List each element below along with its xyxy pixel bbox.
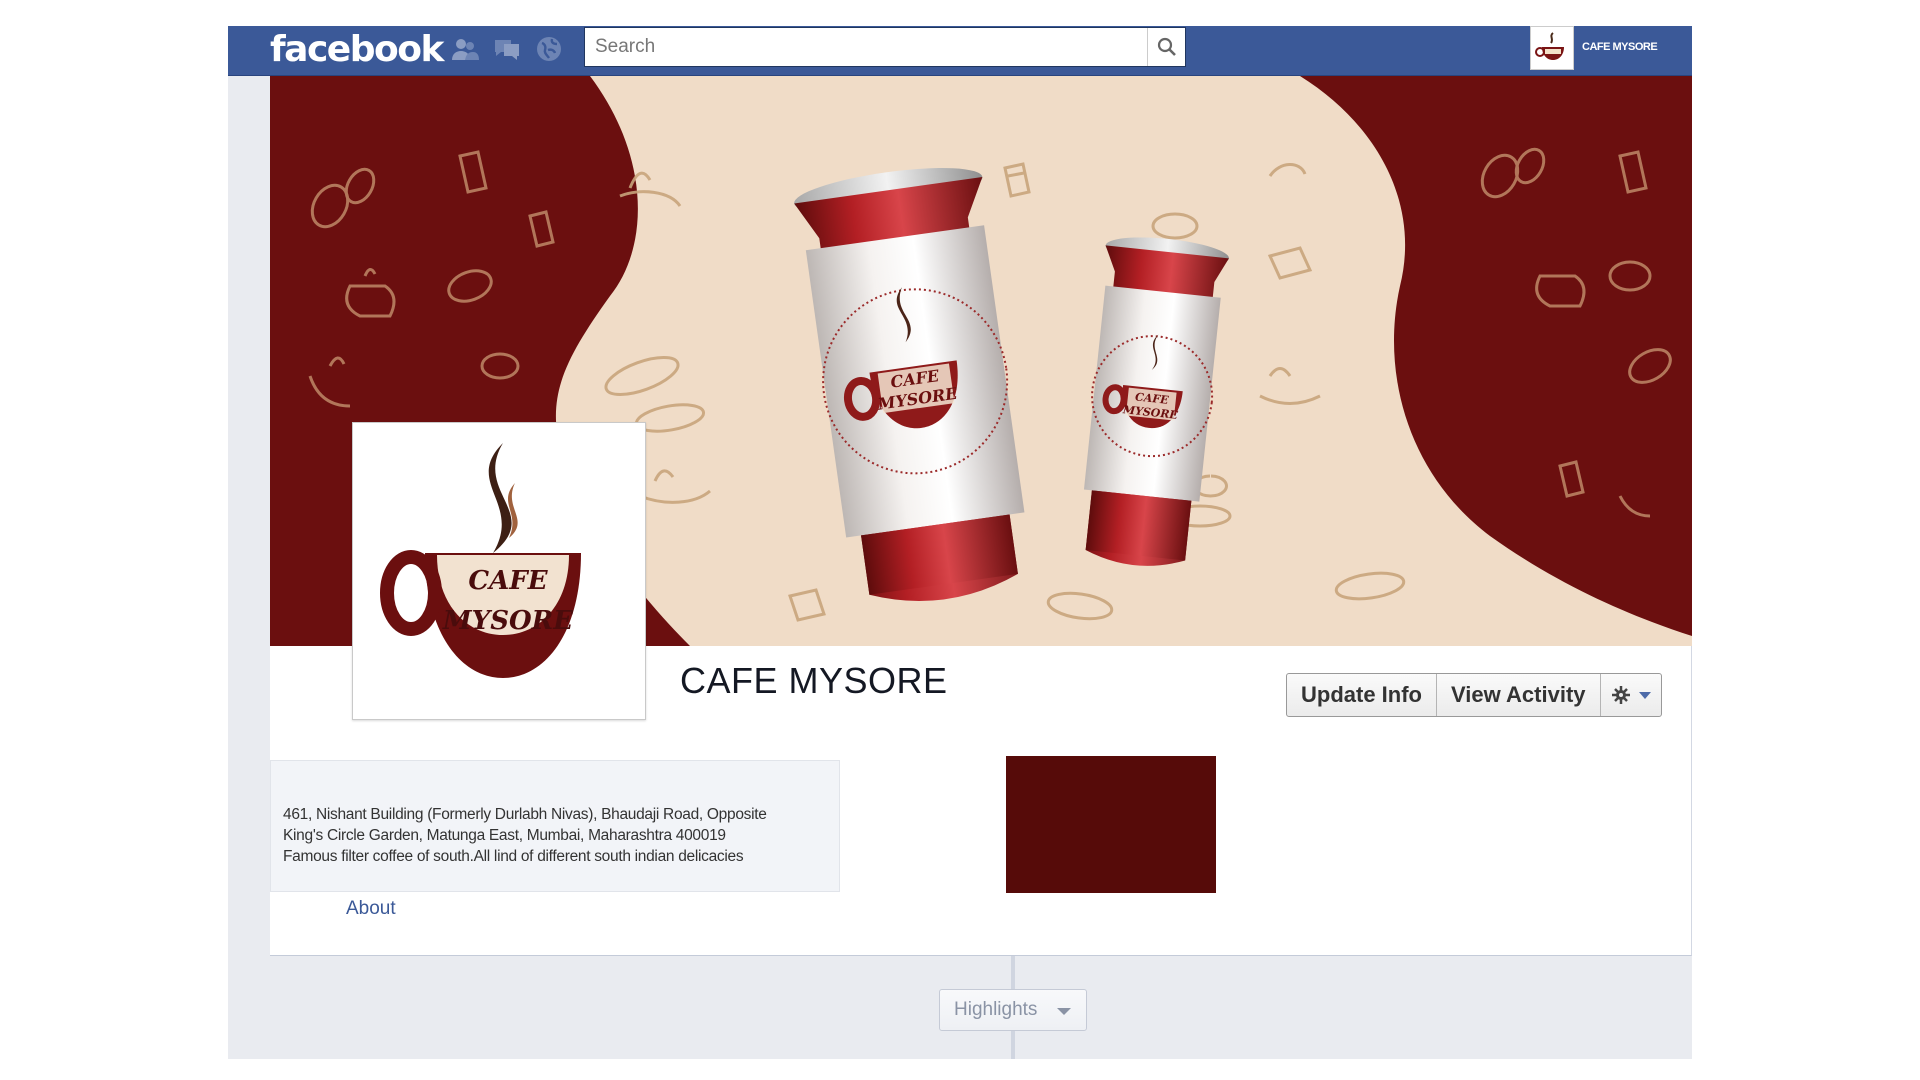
notifications-icon[interactable] bbox=[534, 34, 564, 64]
about-line: Famous filter coffee of south.All lind o… bbox=[283, 848, 744, 865]
about-description: 461, Nishant Building (Formerly Durlabh … bbox=[283, 804, 839, 867]
search-button[interactable] bbox=[1147, 28, 1185, 66]
view-activity-button[interactable]: View Activity bbox=[1437, 674, 1601, 716]
about-line: King's Circle Garden, Matunga East, Mumb… bbox=[283, 827, 726, 844]
about-section: 461, Nishant Building (Formerly Durlabh … bbox=[270, 760, 840, 892]
browser-frame: facebook Search CAFE MYSORE CAFE MYSORE … bbox=[228, 26, 1692, 1059]
logo-text-line1: CAFE bbox=[468, 566, 548, 596]
facebook-logo[interactable]: facebook bbox=[270, 28, 444, 72]
friend-requests-icon[interactable] bbox=[450, 34, 480, 64]
map-tile[interactable] bbox=[1006, 756, 1216, 893]
search-input[interactable] bbox=[585, 28, 1151, 66]
search-box bbox=[584, 27, 1186, 67]
profile-thumbnail bbox=[1530, 26, 1574, 70]
settings-menu-button[interactable] bbox=[1601, 674, 1661, 716]
timeline-container: CAFE MYSORE CAFE MYSORE CAFE MYSORE CAFE… bbox=[270, 76, 1692, 956]
profile-picture[interactable]: CAFE MYSORE bbox=[352, 422, 646, 720]
about-link[interactable]: About bbox=[346, 898, 396, 920]
cafe-mysore-logo: CAFE MYSORE bbox=[380, 443, 581, 678]
highlights-dropdown[interactable]: Highlights bbox=[939, 989, 1087, 1031]
chevron-down-icon bbox=[1638, 692, 1651, 699]
chevron-down-icon bbox=[1057, 1008, 1071, 1015]
cafe-cup-logo-icon bbox=[1535, 32, 1564, 60]
about-line: 461, Nishant Building (Formerly Durlabh … bbox=[283, 806, 767, 823]
messages-icon[interactable] bbox=[492, 34, 522, 64]
highlights-label: Highlights bbox=[954, 999, 1038, 1020]
update-info-button[interactable]: Update Info bbox=[1287, 674, 1437, 716]
profile-name: CAFE MYSORE bbox=[1582, 41, 1658, 53]
facebook-topbar: facebook Search CAFE MYSORE bbox=[228, 26, 1692, 76]
gear-icon bbox=[1611, 686, 1651, 704]
search-icon bbox=[1157, 37, 1176, 56]
logo-text-line2: MYSORE bbox=[442, 606, 574, 636]
profile-action-bar: Update Info View Activity bbox=[1286, 673, 1662, 717]
page-title: CAFE MYSORE bbox=[680, 660, 948, 701]
profile-link[interactable]: CAFE MYSORE bbox=[1530, 26, 1692, 76]
left-gutter bbox=[228, 76, 270, 1059]
